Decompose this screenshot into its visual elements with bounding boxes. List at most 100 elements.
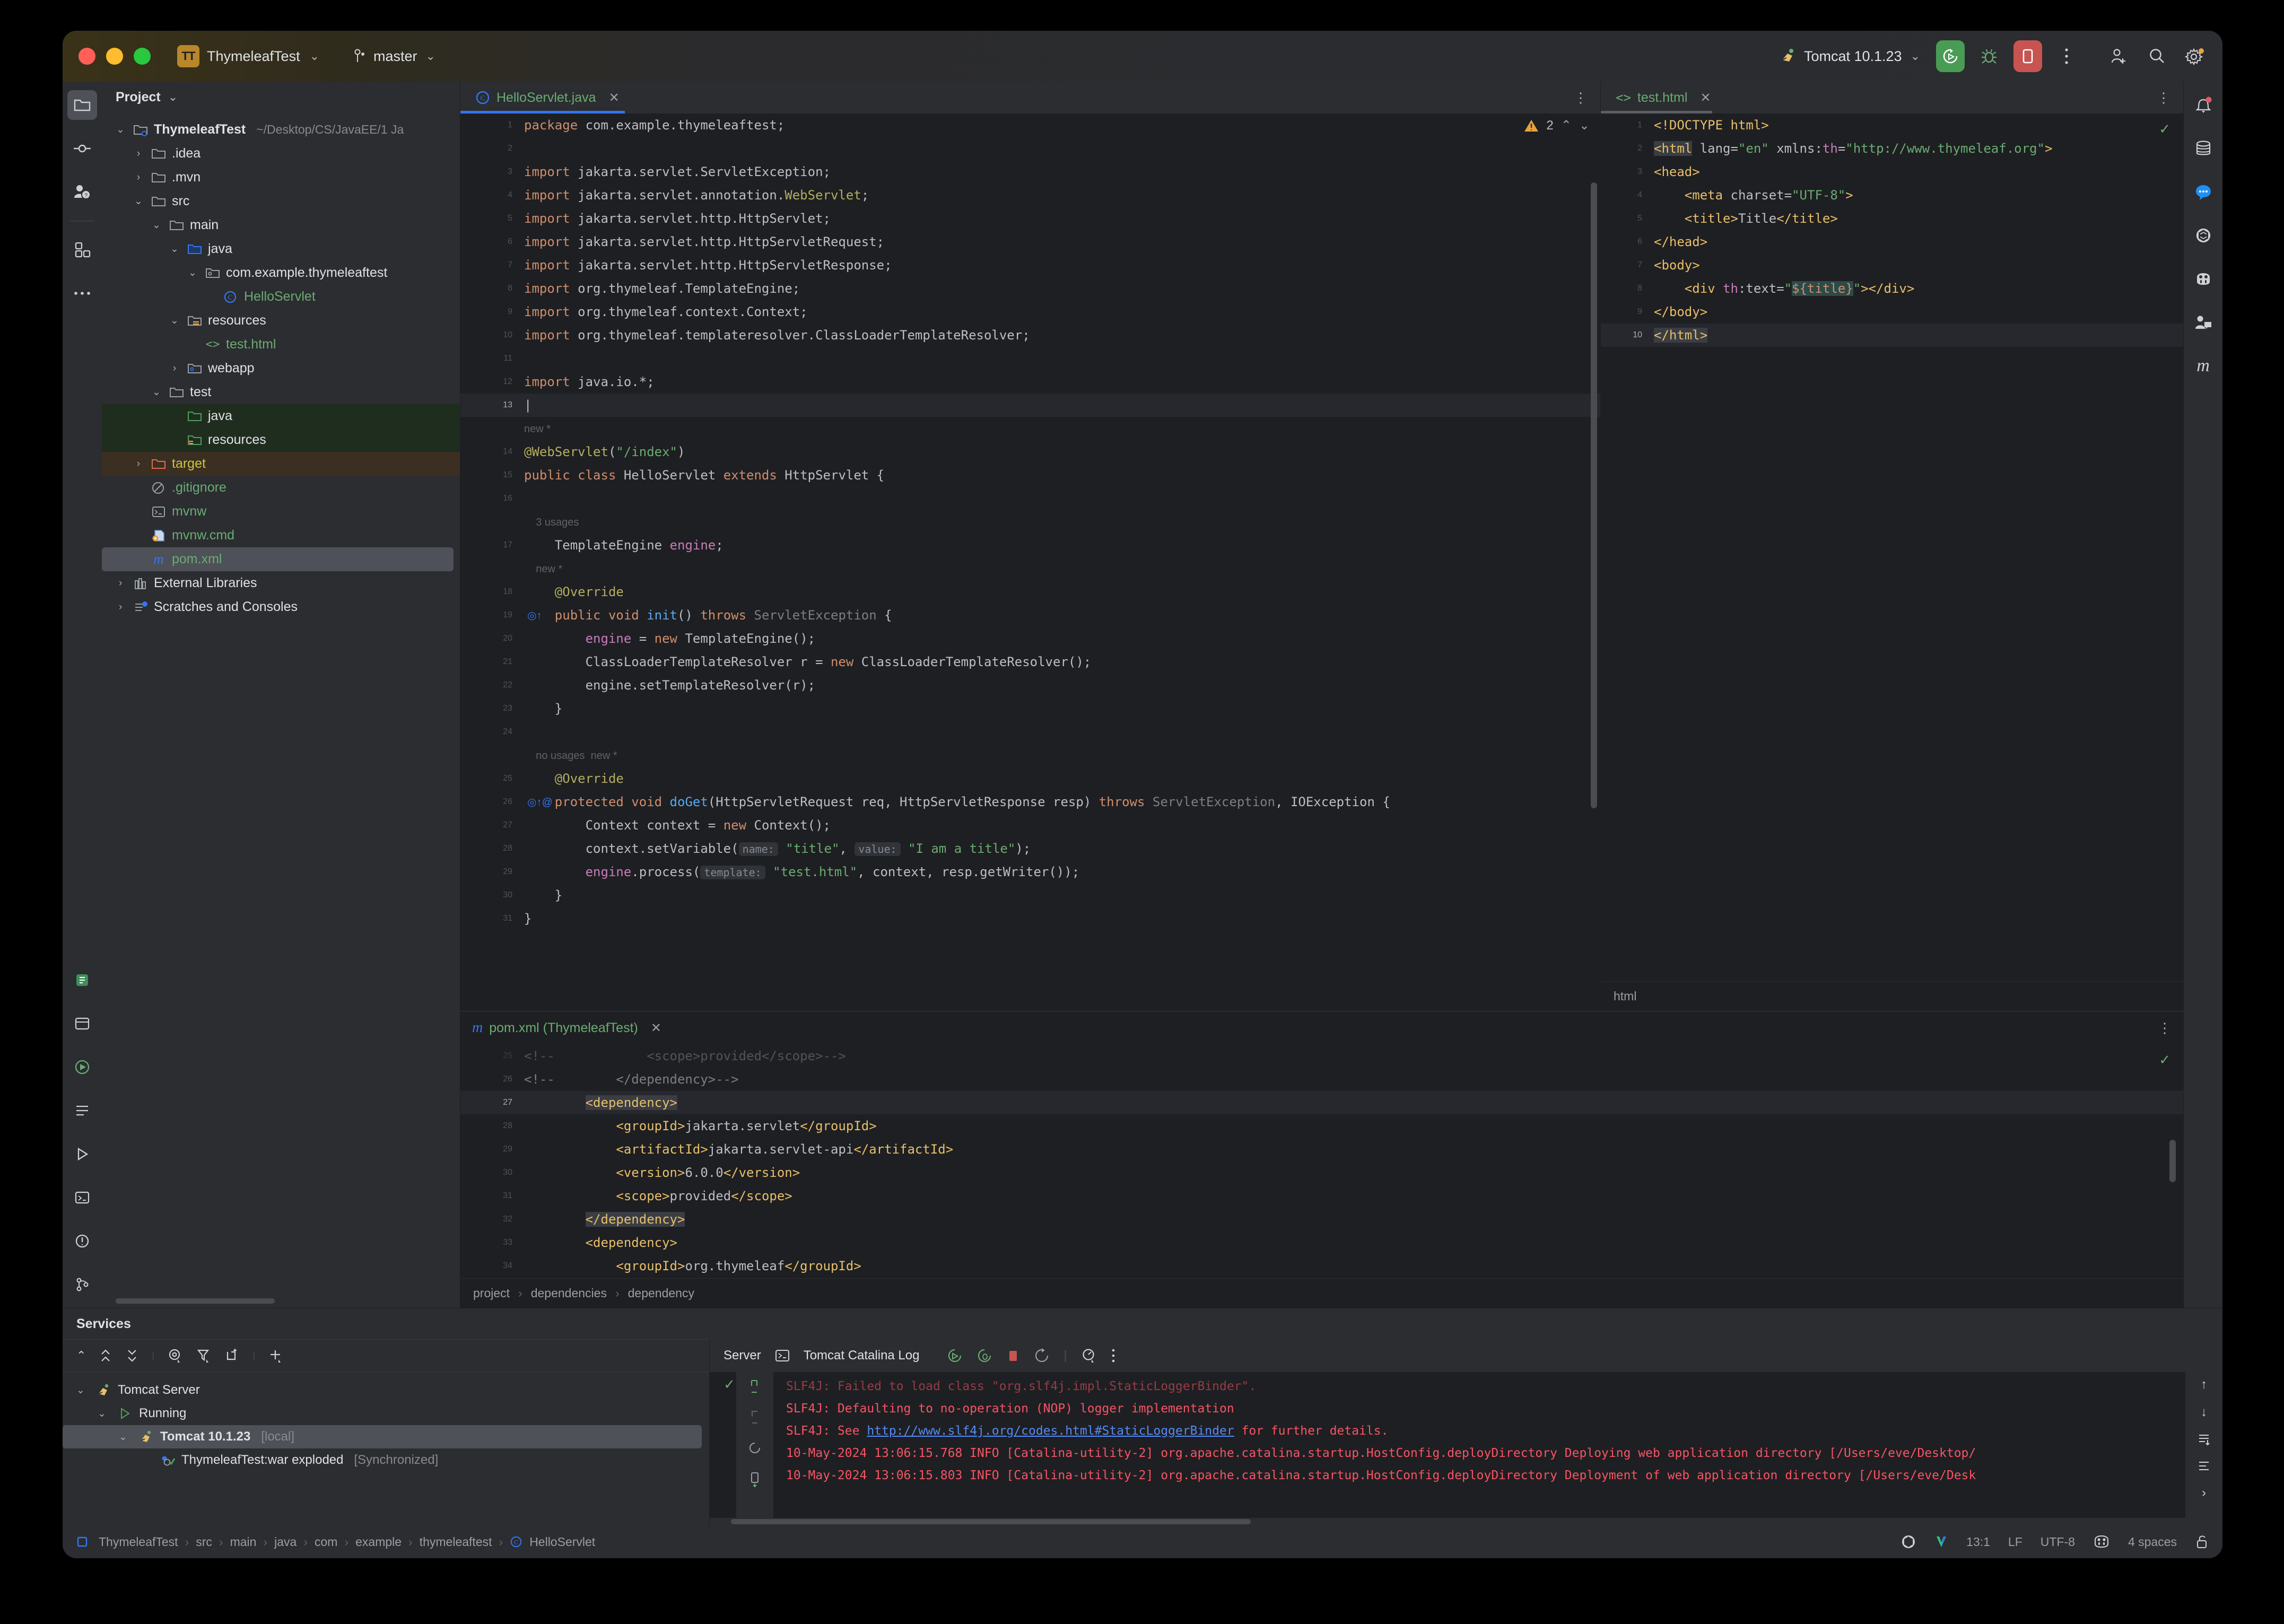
sidebar-item-ai-assistant[interactable]: ?: [67, 177, 97, 207]
tree-node-java[interactable]: ⌄java: [102, 237, 460, 261]
expand-all-button[interactable]: ⌃: [76, 1349, 86, 1363]
search-everywhere-button[interactable]: [2143, 42, 2170, 70]
tree-node-test[interactable]: ⌄test: [102, 380, 460, 404]
services-node-tomcat-server[interactable]: ⌄Tomcat Server: [63, 1378, 709, 1402]
chevron-right-icon[interactable]: ›: [132, 458, 145, 470]
console-output[interactable]: ✓: [710, 1372, 2222, 1518]
override-method-icon[interactable]: ◎↑: [527, 609, 542, 622]
tree-node-src[interactable]: ⌄src: [102, 189, 460, 213]
settings-button[interactable]: [2181, 42, 2209, 70]
tree-node-mvnw-cmd[interactable]: mvnw.cmd: [102, 523, 460, 547]
sidebar-item-notifications[interactable]: [2189, 90, 2218, 120]
html-code-area[interactable]: ✓ 1<!DOCTYPE html>2<html lang="en" xmlns…: [1601, 113, 2183, 981]
inspection-widget[interactable]: 2 ⌃ ⌄: [1524, 113, 1600, 133]
sidebar-item-structure-bottom[interactable]: [67, 1096, 97, 1125]
tree-node-main[interactable]: ⌄main: [102, 213, 460, 237]
profiler-icon[interactable]: [1081, 1348, 1097, 1364]
breadcrumb-item[interactable]: example: [355, 1535, 402, 1549]
rerun-debug-icon[interactable]: [977, 1348, 992, 1364]
maximize-window-button[interactable]: [134, 48, 151, 65]
sidebar-item-database[interactable]: [2189, 134, 2218, 163]
tree-node--gitignore[interactable]: .gitignore: [102, 476, 460, 500]
tree-node-thymeleaftest[interactable]: ⌄ThymeleafTest~/Desktop/CS/JavaEE/1 Ja: [102, 118, 460, 142]
sidebar-item-services-bottom[interactable]: [67, 1052, 97, 1082]
sidebar-item-codium[interactable]: [2189, 264, 2218, 294]
breadcrumb-item[interactable]: com: [315, 1535, 337, 1549]
close-window-button[interactable]: [79, 48, 95, 65]
soft-wrap-icon[interactable]: [747, 1408, 763, 1426]
file-encoding[interactable]: UTF-8: [2041, 1535, 2075, 1549]
chevron-down-icon[interactable]: ⌄: [150, 219, 163, 231]
sidebar-item-problems-bottom[interactable]: [67, 1226, 97, 1256]
restart-icon[interactable]: [1034, 1348, 1050, 1364]
breadcrumb-item[interactable]: dependencies: [531, 1286, 607, 1300]
sidebar-item-terminal-bottom[interactable]: [67, 1183, 97, 1212]
sidebar-item-vcs-bottom[interactable]: [67, 1270, 97, 1299]
tree-node-java[interactable]: java: [102, 404, 460, 428]
codium-bot-icon[interactable]: [2093, 1534, 2110, 1549]
sidebar-item-chat[interactable]: [2189, 177, 2218, 207]
tab-test-html[interactable]: <> test.html ✕: [1612, 82, 1714, 113]
breadcrumb-item[interactable]: project: [473, 1286, 510, 1300]
console-tab-catalina-log[interactable]: Tomcat Catalina Log: [804, 1348, 920, 1363]
branch-selector[interactable]: master ⌄: [348, 46, 441, 67]
project-selector[interactable]: TT ThymeleafTest ⌄: [172, 43, 325, 69]
unlock-icon[interactable]: [2195, 1534, 2209, 1550]
tree-node-external-libraries[interactable]: ›External Libraries: [102, 571, 460, 595]
project-tree[interactable]: ⌄ThymeleafTest~/Desktop/CS/JavaEE/1 Ja›.…: [102, 112, 460, 1295]
rerun-small-icon[interactable]: [747, 1439, 763, 1457]
wrap-toggle-icon[interactable]: [2196, 1459, 2211, 1473]
close-icon[interactable]: ✕: [609, 90, 620, 106]
sidebar-item-maven[interactable]: m: [2189, 351, 2218, 381]
pom-editor-scrollbar[interactable]: [2169, 1140, 2176, 1182]
tree-node-test-html[interactable]: <>test.html: [102, 333, 460, 356]
chevron-down-icon[interactable]: ⌄: [119, 1431, 133, 1443]
project-tree-hscrollbar[interactable]: [116, 1298, 275, 1304]
breadcrumb-item[interactable]: src: [196, 1535, 212, 1549]
sidebar-item-todo-bottom[interactable]: [67, 1009, 97, 1038]
chevron-down-icon[interactable]: ⌄: [168, 243, 181, 255]
breadcrumb-item[interactable]: thymeleaftest: [420, 1535, 492, 1549]
sidebar-item-run-bottom[interactable]: [67, 1139, 97, 1169]
scroll-down-icon[interactable]: ↓: [2201, 1405, 2207, 1420]
chevron-right-icon[interactable]: ›: [114, 578, 127, 589]
rerun-button[interactable]: [1936, 40, 1965, 72]
chevron-down-icon[interactable]: ⌄: [76, 1384, 90, 1396]
sidebar-item-more[interactable]: [67, 278, 97, 308]
line-separator[interactable]: LF: [2008, 1535, 2023, 1549]
sidebar-item-project[interactable]: [67, 90, 97, 120]
scroll-to-end-icon[interactable]: [747, 1377, 763, 1395]
status-breadcrumb[interactable]: ThymeleafTest›src›main›java›com›example›…: [99, 1535, 595, 1549]
services-tree[interactable]: ⌄Tomcat Server⌄Running⌄Tomcat 10.1.23[lo…: [63, 1372, 709, 1525]
html-code-lines[interactable]: 1<!DOCTYPE html>2<html lang="en" xmlns:t…: [1601, 113, 2183, 981]
services-node-running[interactable]: ⌄Running: [63, 1402, 709, 1425]
sidebar-item-commit[interactable]: [67, 134, 97, 163]
expand-all-icon[interactable]: [99, 1348, 112, 1364]
rerun-console-icon[interactable]: [947, 1348, 963, 1364]
console-tab-server[interactable]: Server: [723, 1348, 761, 1363]
chevron-down-icon[interactable]: ⌄: [98, 1408, 111, 1420]
caret-position[interactable]: 13:1: [1966, 1535, 1990, 1549]
chevron-down-icon[interactable]: ⌄: [168, 315, 181, 327]
tree-node-pom-xml[interactable]: mpom.xml: [102, 547, 454, 571]
java-editor-scrollbar[interactable]: [1591, 182, 1597, 808]
indent-setting[interactable]: 4 spaces: [2128, 1535, 2177, 1549]
plus-icon[interactable]: [268, 1348, 284, 1364]
breadcrumb-item[interactable]: ThymeleafTest: [99, 1535, 178, 1549]
tree-node--idea[interactable]: ›.idea: [102, 142, 460, 165]
group-icon[interactable]: [224, 1348, 240, 1364]
tree-node-com-example-thymeleaftest[interactable]: ⌄com.example.thymeleaftest: [102, 261, 460, 285]
chevron-right-icon[interactable]: ›: [168, 363, 181, 374]
sidebar-item-openai-assistant[interactable]: [2189, 221, 2218, 250]
console-log-link[interactable]: http://www.slf4j.org/codes.html#StaticLo…: [867, 1424, 1234, 1438]
tree-node-scratches-and-consoles[interactable]: ›Scratches and Consoles: [102, 595, 460, 619]
debug-button[interactable]: [1975, 42, 2003, 70]
pom-code-lines[interactable]: 25<!-- <scope>provided</scope>-->26<!-- …: [460, 1044, 2183, 1278]
vertical-dots-icon[interactable]: [1111, 1348, 1116, 1364]
breadcrumb-item[interactable]: html: [1614, 989, 1636, 1003]
minimize-window-button[interactable]: [106, 48, 123, 65]
run-configuration-selector[interactable]: Tomcat 10.1.23 ⌄: [1774, 44, 1925, 68]
prev-problem-icon[interactable]: ⌃: [1561, 118, 1572, 133]
tree-node-webapp[interactable]: ›webapp: [102, 356, 460, 380]
target-icon[interactable]: [167, 1348, 183, 1364]
